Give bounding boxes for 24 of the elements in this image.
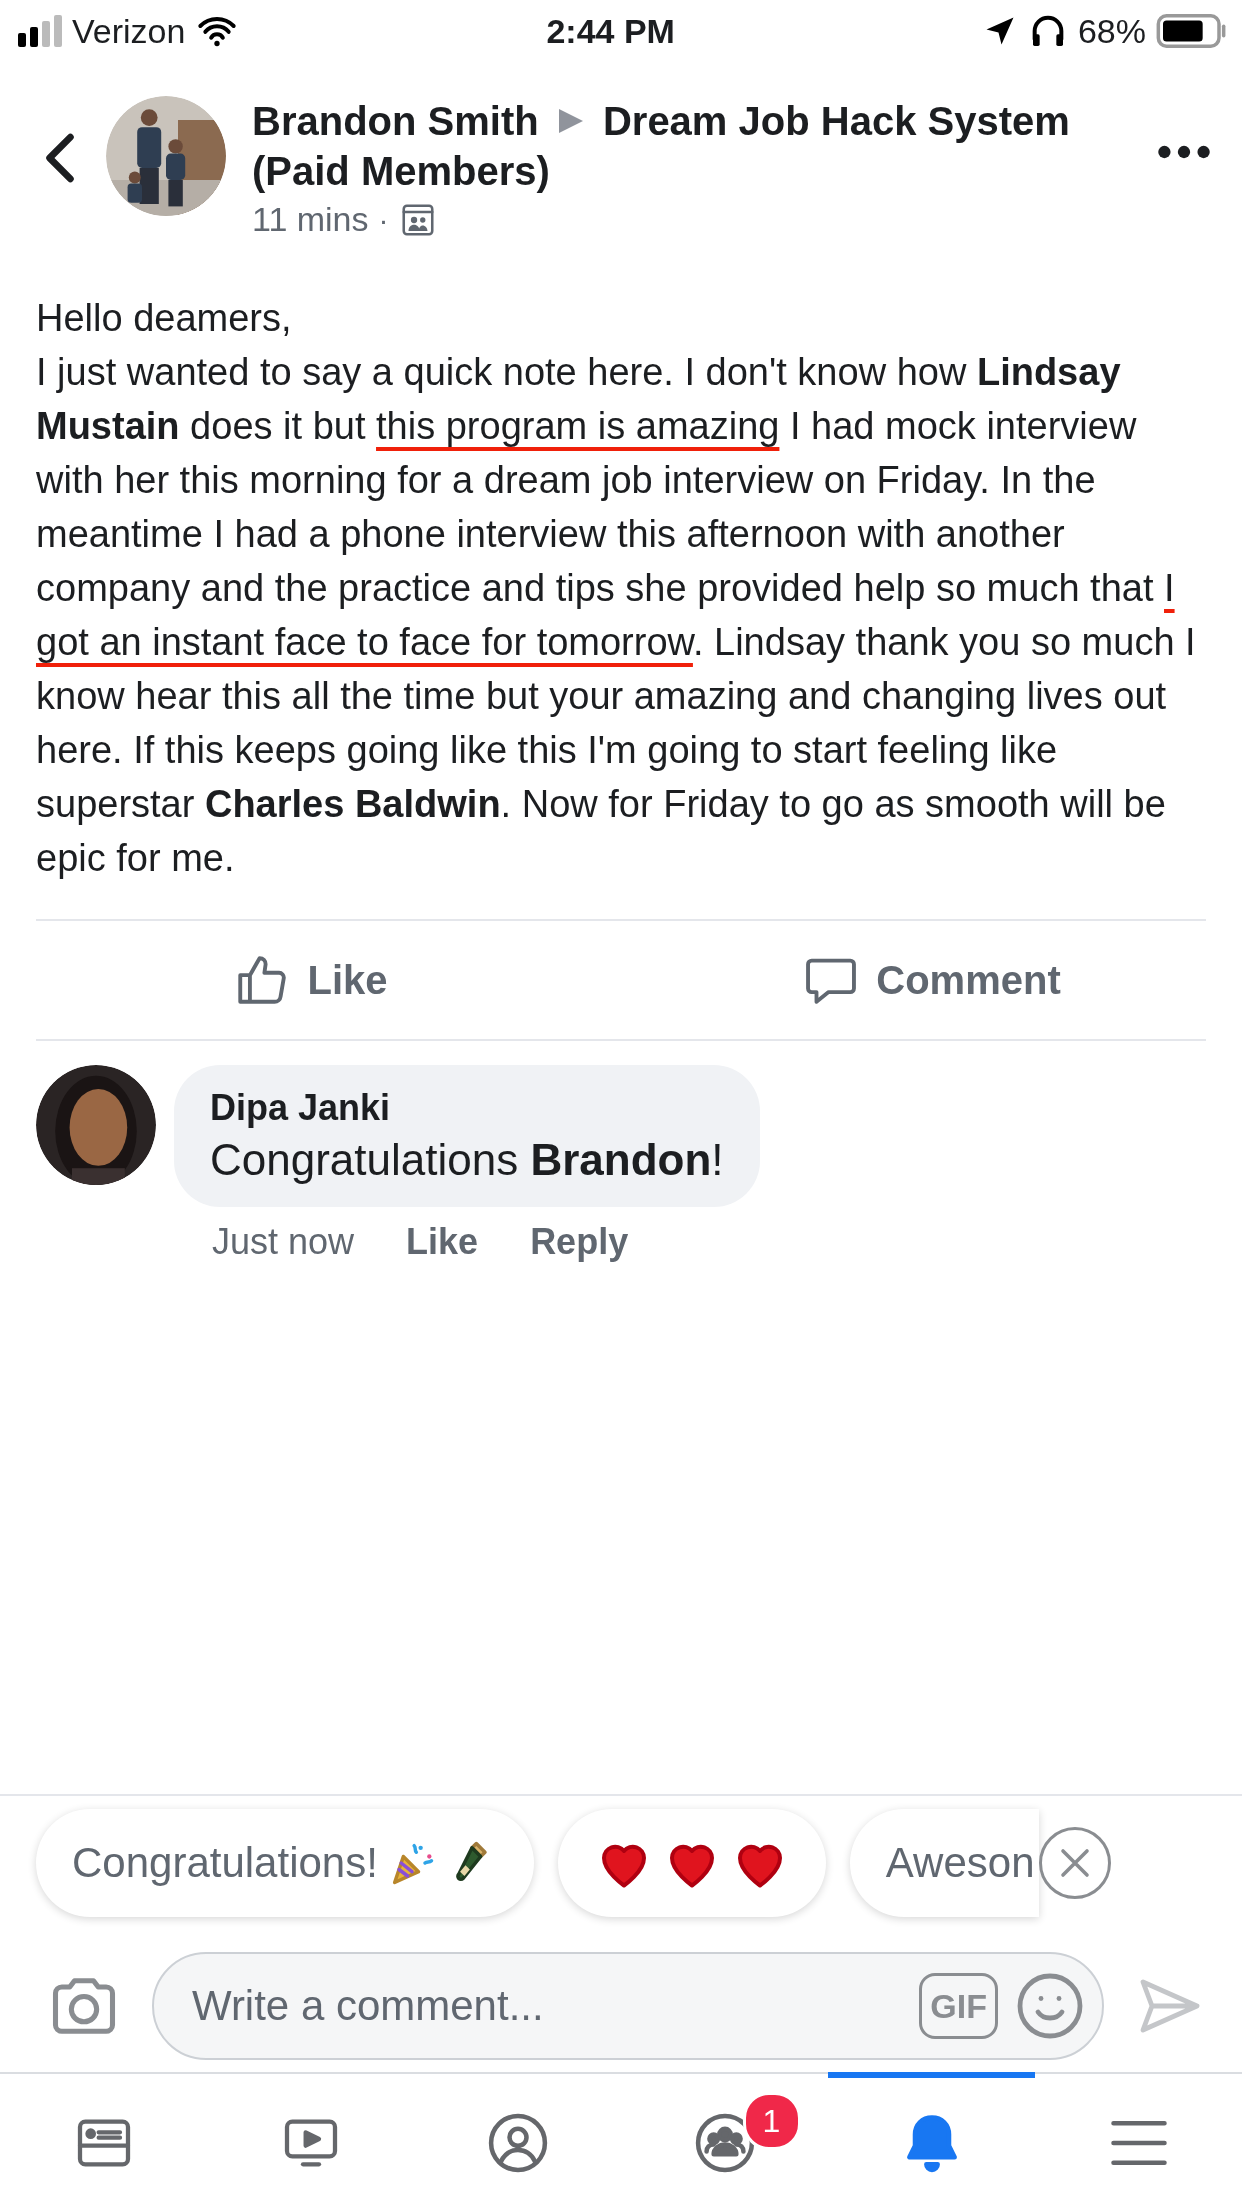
comment-button[interactable]: Comment	[621, 950, 1242, 1010]
comment-field[interactable]: Write a comment... GIF	[152, 1952, 1104, 2060]
comment-time: Just now	[212, 1221, 355, 1263]
commenter-name: Dipa Janki	[210, 1087, 392, 1129]
suggestion-chip[interactable]: Congratulations!	[36, 1809, 534, 1917]
clock-time: 2:44 PM	[546, 11, 675, 51]
comment-text: Congratulations Brandon!	[210, 1135, 724, 1185]
like-link[interactable]: Like	[406, 1221, 479, 1263]
separator-dot: ·	[378, 202, 389, 237]
notification-badge: 1	[742, 2092, 801, 2150]
post-title: Brandon Smith Dream Job Hack System (Paid Members)	[252, 98, 1071, 195]
battery-percentage: 68%	[1077, 11, 1146, 51]
greeting-text: Hello deamers,	[36, 296, 293, 341]
post-text: I just wanted to say a quick note here. I don't know how Lindsay Mustain does it but this program is amazing I had mock interview with her this morning for a dream job interview on Friday. In the meantime I had a phone interview this afternoon with another company and the practice and tips she provided help so much that I got an instant face to face for tomorrow. Lindsay thank you so much I know hear this all the time but your amazing and changing lives out here. If this keeps going like this I'm going to start feeling like superstar Charles Baldwin. Now for Friday to go as smooth will be epic for me.	[36, 350, 1197, 881]
post-time: 11 mins	[252, 200, 369, 239]
tab-bar-item[interactable]: 1	[621, 2072, 828, 2208]
signal-icon	[18, 15, 62, 47]
gif-button[interactable]: GIF	[919, 1973, 998, 2039]
carrier-name: Verizon	[72, 11, 186, 51]
battery-icon	[1156, 11, 1226, 51]
like-button[interactable]: Like	[0, 950, 621, 1010]
suggestion-chip[interactable]: Aweson	[849, 1809, 1039, 1917]
suggestion-chip[interactable]	[557, 1809, 826, 1917]
reply-link[interactable]: Reply	[530, 1221, 629, 1263]
